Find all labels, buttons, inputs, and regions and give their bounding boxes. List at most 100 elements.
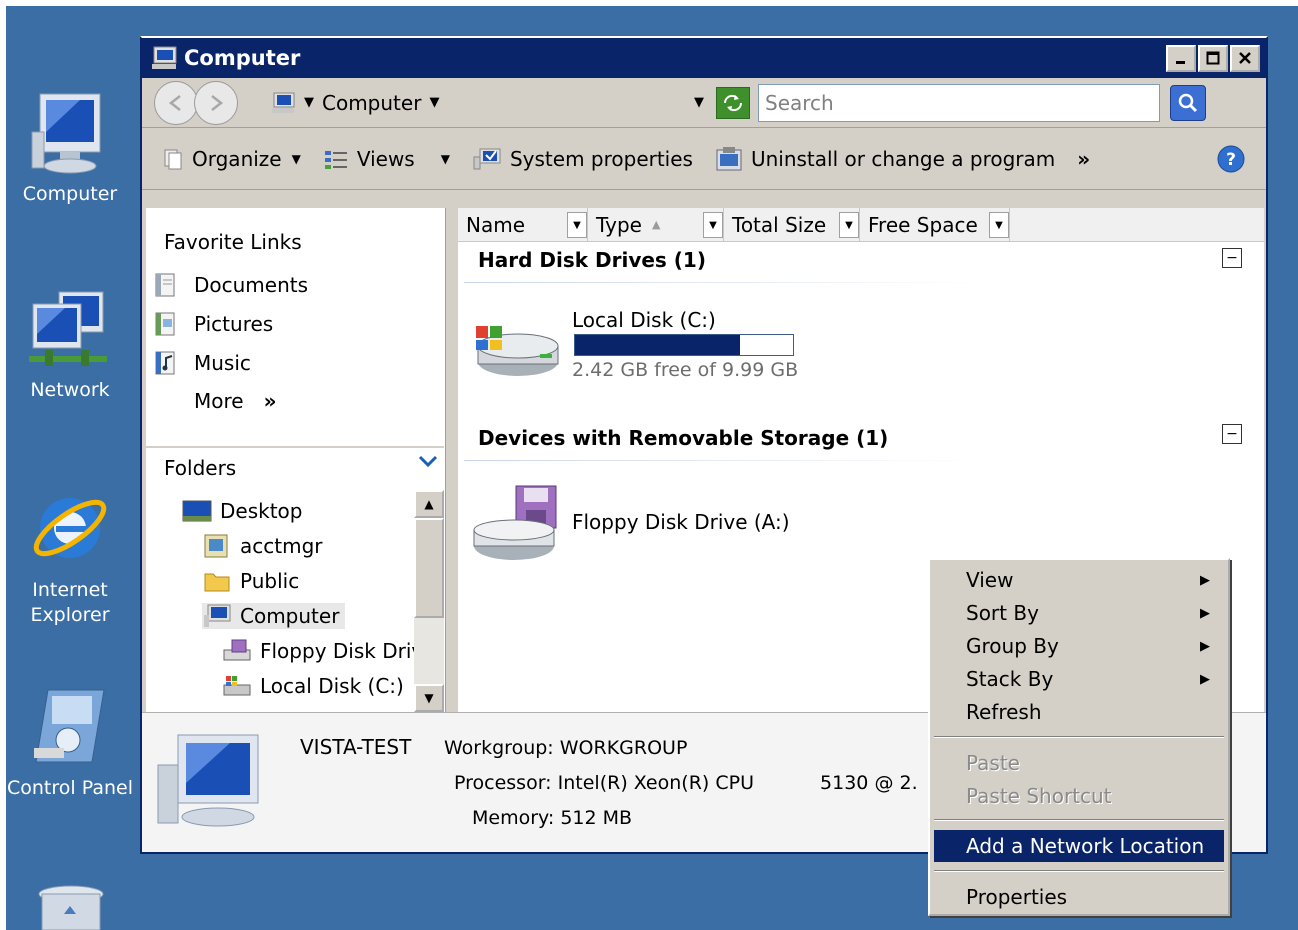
sort-ascending-icon: ▲ [651,218,661,231]
breadcrumb-computer[interactable]: Computer [322,91,421,115]
disk-free-space-text: 2.42 GB free of 9.99 GB [572,359,799,381]
menu-item-label: Sort By [966,601,1039,625]
maximize-button[interactable] [1198,44,1228,72]
submenu-arrow-icon: ▶ [1200,671,1210,687]
desktop-icon-internet-explorer[interactable]: Internet Explorer [0,482,140,628]
menu-item-stack-by[interactable]: Stack By ▶ [934,663,1224,695]
tree-item-label: Computer [240,604,340,628]
detail-value: Intel(R) Xeon(R) CPU [557,772,754,794]
menu-item-add-network-location[interactable]: Add a Network Location [934,830,1224,862]
hard-disk-icon [476,326,559,376]
search-icon [1178,93,1198,112]
desktop-icon-control-panel[interactable]: Control Panel [0,686,140,801]
detail-value: 5130 @ 2. [820,772,918,794]
menu-item-properties[interactable]: Properties [934,881,1224,913]
search-button[interactable] [1170,84,1206,121]
toolbar-overflow-button[interactable]: » [1077,147,1090,171]
submenu-arrow-icon: ▶ [1200,605,1210,621]
views-label: Views [356,146,415,171]
views-button[interactable]: Views ▼ [323,147,450,171]
group-divider [464,282,984,283]
back-button[interactable] [154,80,198,125]
uninstall-program-button[interactable]: Uninstall or change a program [715,146,1055,172]
favorite-link-documents[interactable]: Documents [152,272,308,298]
menu-separator [934,736,1224,738]
forward-button[interactable] [194,80,238,125]
computer-icon [31,93,101,174]
group-title-hard-disk-drives: Hard Disk Drives (1) [478,248,706,272]
menu-item-refresh[interactable]: Refresh [934,696,1224,728]
maximize-icon [1206,51,1220,65]
close-button[interactable] [1230,44,1260,72]
refresh-button[interactable] [716,86,750,119]
address-dropdown-icon[interactable]: ▼ [694,95,704,110]
dropdown-arrow-icon[interactable]: ▼ [703,212,723,238]
help-icon[interactable]: ? [1216,144,1246,174]
menu-item-sort-by[interactable]: Sort By ▶ [934,597,1224,629]
svg-text:?: ? [1226,150,1236,170]
breadcrumb-arrow-icon[interactable]: ▼ [429,95,439,110]
uninstall-program-label: Uninstall or change a program [750,146,1056,171]
dropdown-arrow-icon[interactable]: ▼ [839,212,859,238]
tree-item-floppy-disk-drive[interactable]: Floppy Disk Drive [222,638,416,664]
music-icon [155,351,175,375]
favorite-links-more[interactable]: More » [194,389,277,413]
favorite-link-pictures[interactable]: Pictures [152,311,273,337]
context-menu: View ▶ Sort By ▶ Group By ▶ Stack By ▶ R… [928,558,1230,916]
search-placeholder: Search [765,90,834,115]
scroll-thumb[interactable] [414,518,444,618]
scroll-up-button[interactable]: ▲ [414,490,444,518]
favorite-link-music[interactable]: Music [152,350,251,376]
system-properties-icon [473,148,501,169]
close-icon [1239,52,1251,64]
command-bar: Organize ▼ Views ▼ System properties Uni… [142,128,1266,190]
address-field[interactable]: ▼ Computer ▼ ▼ [270,85,710,121]
chevron-down-icon[interactable] [418,454,438,468]
desktop-icon-label: Network [30,379,110,401]
scroll-down-button[interactable]: ▼ [414,684,444,712]
desktop-icon-computer[interactable]: Computer [0,92,140,207]
disk-usage-fill [575,335,741,355]
menu-item-view[interactable]: View ▶ [934,564,1224,596]
column-header-total-size[interactable]: Total Size ▼ [724,208,860,241]
floppy-drive-icon [473,485,557,560]
title-bar[interactable]: Computer [142,38,1266,78]
collapse-group-button[interactable]: − [1222,248,1242,268]
tree-item-acctmgr[interactable]: acctmgr [202,533,323,559]
desktop-icon-network[interactable]: Network [0,290,140,403]
collapse-group-button[interactable]: − [1222,424,1242,444]
folder-tree-scrollbar[interactable]: ▲ ▼ [414,490,444,712]
breadcrumb-arrow-icon[interactable]: ▼ [304,95,314,110]
menu-item-group-by[interactable]: Group By ▶ [934,630,1224,662]
column-header-free-space[interactable]: Free Space ▼ [860,208,1010,241]
tree-item-local-disk-c[interactable]: Local Disk (C:) [222,673,404,699]
tree-item-desktop[interactable]: Desktop [182,498,302,524]
group-divider [464,460,984,461]
tree-item-computer[interactable]: Computer [202,603,346,629]
favorite-link-label: Pictures [194,312,274,336]
submenu-arrow-icon: ▶ [1200,572,1210,588]
column-header-type[interactable]: Type ▲ ▼ [588,208,724,241]
organize-button[interactable]: Organize ▼ [162,147,301,171]
workgroup-row: Workgroup: WORKGROUP [444,737,687,759]
column-header-name[interactable]: Name ▼ [458,208,588,241]
dropdown-arrow-icon: ▼ [440,151,450,166]
dropdown-arrow-icon[interactable]: ▼ [567,212,587,238]
control-panel-icon [34,689,105,763]
detail-value: WORKGROUP [559,737,688,759]
tree-item-public[interactable]: Public [202,568,299,594]
column-label: Free Space [868,212,978,237]
uninstall-program-icon [716,146,742,170]
menu-item-label: Stack By [966,667,1054,691]
tree-item-label: acctmgr [240,534,323,558]
address-bar: ▼ Computer ▼ ▼ Search [142,78,1266,128]
desktop-icon-recycle-bin[interactable] [36,884,106,930]
dropdown-arrow-icon[interactable]: ▼ [989,212,1009,238]
minimize-button[interactable] [1166,44,1196,72]
organize-icon [164,149,182,169]
system-properties-label: System properties [509,146,693,171]
search-input[interactable]: Search [758,83,1160,122]
tree-item-label: Public [240,569,300,593]
system-properties-button[interactable]: System properties [472,147,693,171]
menu-item-label: Paste [966,751,1020,775]
